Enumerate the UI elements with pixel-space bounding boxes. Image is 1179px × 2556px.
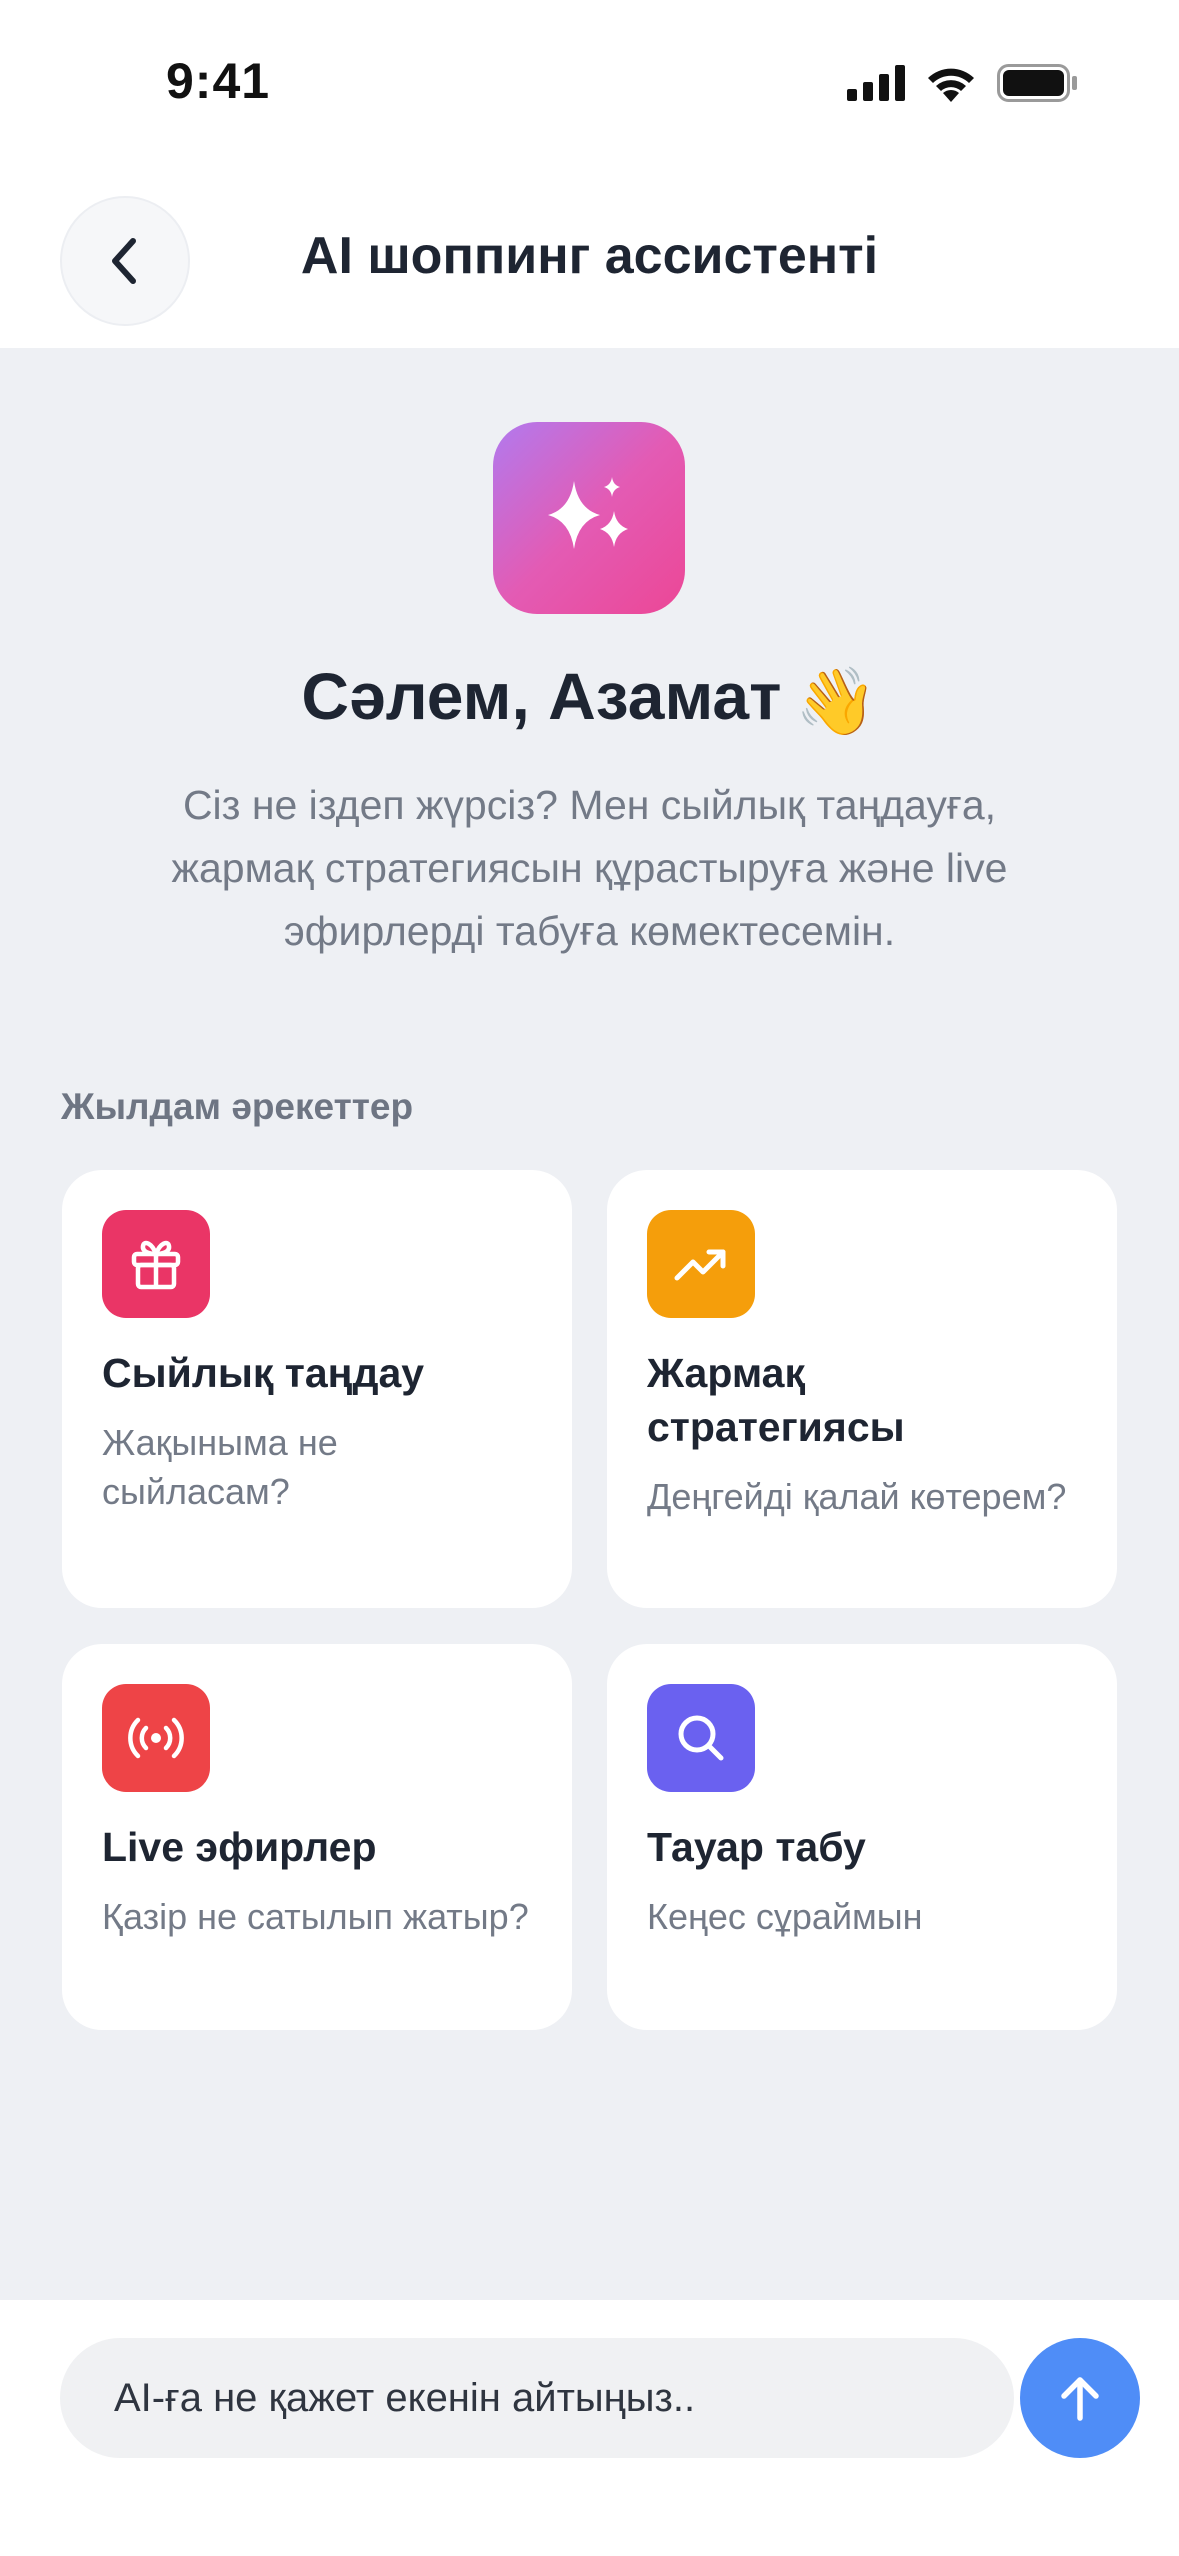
battery-icon — [997, 64, 1077, 102]
trending-up-icon-tile — [647, 1210, 755, 1318]
trending-up-icon — [674, 1249, 726, 1281]
gift-icon-tile — [102, 1210, 210, 1318]
chat-input[interactable] — [60, 2338, 1014, 2458]
search-icon-tile — [647, 1684, 755, 1792]
quick-action-subtitle: Кеңес сұраймын — [647, 1896, 923, 1937]
assistant-description: Сіз не іздеп жүрсіз? Мен сыйлық таңдауға… — [171, 782, 1008, 954]
arrow-up-icon — [1061, 2377, 1099, 2421]
wifi-icon — [928, 68, 974, 102]
broadcast-icon-tile — [102, 1684, 210, 1792]
header: AI шоппинг ассистенті — [0, 170, 1179, 348]
quick-action-title: Сыйлық таңдау — [102, 1350, 425, 1396]
search-icon — [678, 1715, 724, 1761]
composer-bar — [0, 2300, 1179, 2556]
quick-action-subtitle: Қазір не сатылып жатыр? — [102, 1896, 529, 1937]
quick-action-subtitle: Деңгейді қалай көтерем? — [647, 1476, 1067, 1517]
gift-icon — [131, 1240, 181, 1290]
page-title: AI шоппинг ассистенті — [300, 227, 879, 285]
quick-action-strategy[interactable]: Жармақ стратегиясы Деңгейді қалай көтере… — [607, 1170, 1117, 1608]
broadcast-icon — [128, 1717, 184, 1759]
waving-hand-emoji: 👋 — [795, 663, 878, 738]
status-time: 9:41 — [166, 53, 271, 109]
status-bar: 9:41 — [0, 0, 1179, 170]
send-button[interactable] — [1020, 2338, 1140, 2458]
status-icons — [847, 64, 1079, 102]
quick-action-title: Live эфирлер — [102, 1824, 377, 1870]
quick-action-gift[interactable]: Сыйлық таңдау Жақыныма не сыйласам? — [62, 1170, 572, 1608]
cellular-signal-icon — [847, 65, 905, 101]
greeting-text: Сәлем, Азамат — [301, 659, 782, 733]
quick-action-title: Тауар табу — [647, 1824, 866, 1870]
quick-action-title: Жармақ стратегиясы — [647, 1350, 905, 1450]
screen: 9:41 AI шоппинг ассистенті Сәлем, Азамат… — [0, 0, 1179, 2556]
sparkles-icon — [548, 477, 628, 549]
quick-action-find-product[interactable]: Тауар табу Кеңес сұраймын — [607, 1644, 1117, 2030]
ai-sparkle-logo — [493, 422, 685, 614]
quick-action-subtitle: Жақыныма не сыйласам? — [102, 1422, 338, 1512]
greeting-heading: Сәлем, Азамат 👋 — [0, 658, 1179, 741]
quick-actions-label: Жылдам әрекеттер — [61, 1086, 414, 1127]
quick-action-live[interactable]: Live эфирлер Қазір не сатылып жатыр? — [62, 1644, 572, 2030]
